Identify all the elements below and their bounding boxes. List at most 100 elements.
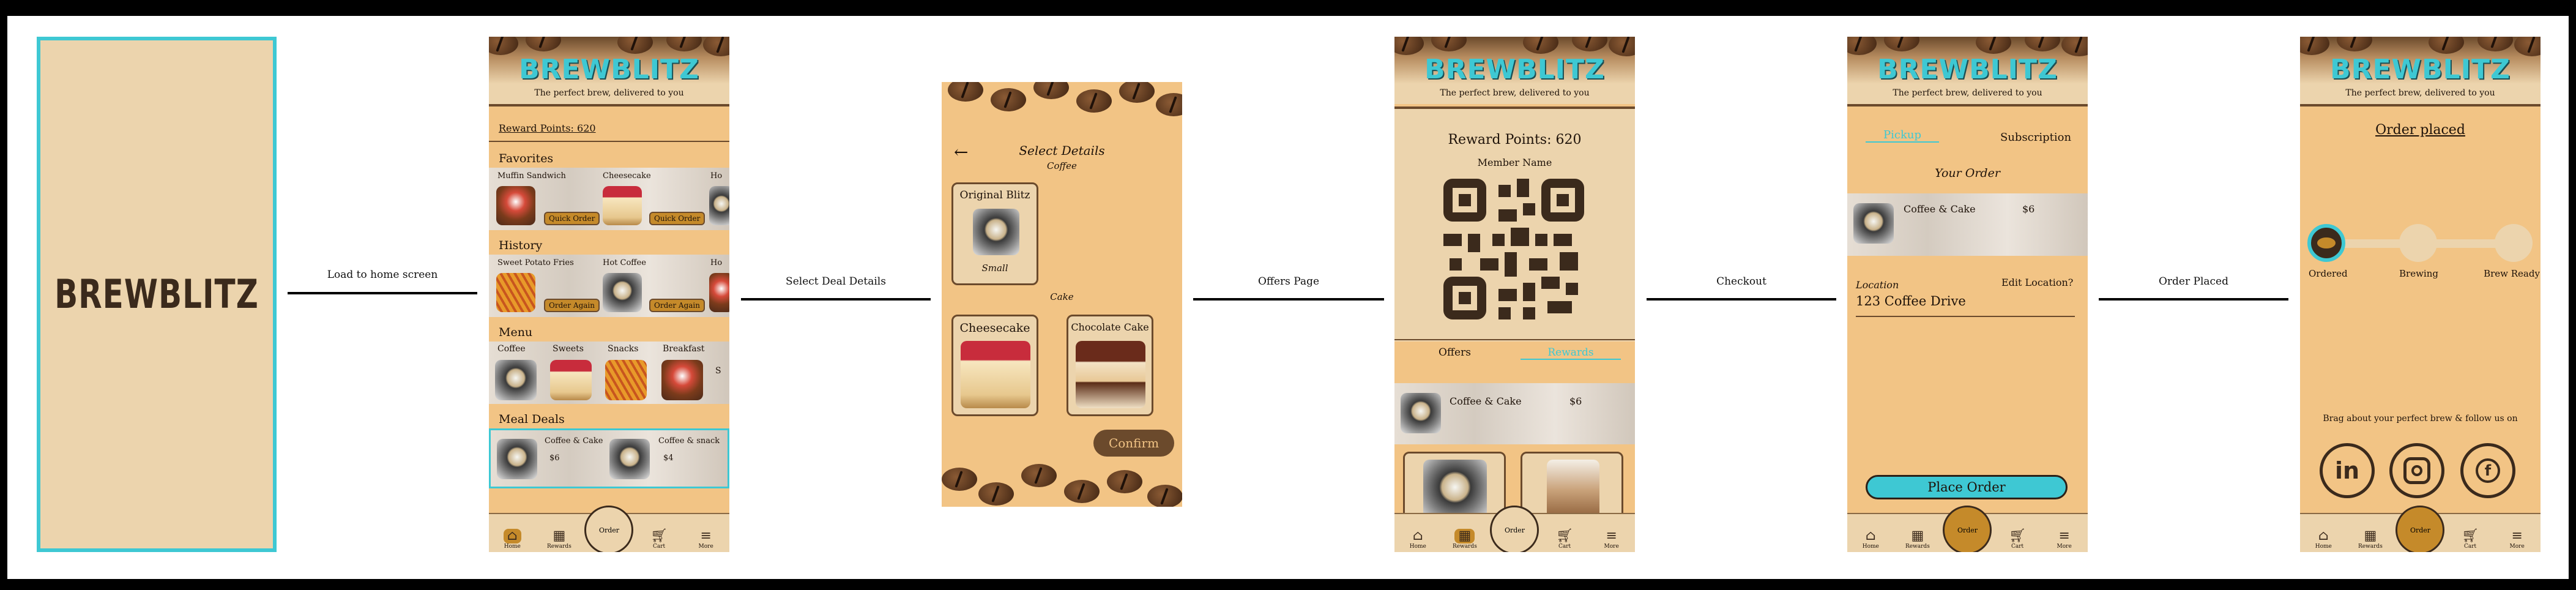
chocolate-cake-option-image	[1076, 341, 1145, 408]
nav-cart[interactable]: 🛒︎ Cart	[1996, 517, 2039, 552]
history-strip: Sweet Potato Fries Order Again Hot Coffe…	[489, 255, 729, 317]
nav-home[interactable]: ⌂ Home	[1849, 517, 1892, 552]
place-order-button[interactable]: Place Order	[1866, 475, 2068, 499]
meal-deals-title: Meal Deals	[499, 413, 565, 426]
home-icon: ⌂	[1865, 528, 1876, 543]
offer-item-price: $6	[1569, 395, 1582, 407]
menu-category-sweets[interactable]: Sweets	[553, 344, 584, 354]
favorites-title: Favorites	[499, 152, 554, 165]
deal-name: Coffee & Cake	[545, 436, 603, 446]
linkedin-icon[interactable]: in	[2320, 443, 2375, 498]
quick-order-button[interactable]: Quick Order	[544, 212, 600, 225]
food-image	[709, 273, 729, 312]
nav-more[interactable]: ≡ More	[2496, 517, 2539, 552]
app-header: BREWBLITZ The perfect brew, delivered to…	[489, 37, 729, 104]
nav-rewards[interactable]: ▦ Rewards	[1896, 517, 1939, 552]
cart-icon: 🛒︎	[650, 528, 668, 543]
offers-screen: BREWBLITZ The perfect brew, delivered to…	[1394, 37, 1635, 552]
nav-home[interactable]: ⌂ Home	[1396, 517, 1439, 552]
nav-cart[interactable]: 🛒︎ Cart	[638, 517, 680, 552]
tab-rewards[interactable]: Rewards	[1521, 346, 1621, 360]
location-label: Location	[1856, 279, 1899, 291]
arrow-label-2: Select Deal Details	[786, 275, 886, 288]
cake-label: Cake	[1050, 291, 1074, 302]
menu-icon: ≡	[2511, 528, 2523, 543]
favorites-strip: Muffin Sandwich Quick Order Cheesecake Q…	[489, 168, 729, 230]
arrow-label-5: Order Placed	[2158, 275, 2228, 288]
nav-order-button[interactable]: Order	[2395, 506, 2445, 552]
flow-canvas: BREWBLITZ Load to home screen Select Dea…	[7, 16, 2569, 579]
coffee-size: Small	[981, 263, 1008, 274]
quick-order-button[interactable]: Quick Order	[649, 212, 705, 225]
menu-category-coffee[interactable]: Coffee	[497, 344, 526, 354]
nav-home[interactable]: ⌂ Home	[2302, 517, 2345, 552]
offer-item[interactable]: Coffee & Cake $6	[1394, 383, 1635, 444]
instagram-icon[interactable]	[2389, 443, 2444, 498]
confirm-button[interactable]: Confirm	[1093, 430, 1174, 457]
step-ordered-marker	[2307, 224, 2345, 262]
nav-rewards[interactable]: ▦ Rewards	[1443, 517, 1486, 552]
bottom-nav: ⌂ Home ▦ Rewards Order 🛒︎ Cart ≡ More	[1847, 506, 2088, 552]
step-brewing-label: Brewing	[2399, 268, 2438, 279]
reward-points-link[interactable]: Reward Points: 620	[499, 122, 596, 134]
nav-order-button[interactable]: Order	[1943, 506, 1992, 552]
step-ready-marker	[2495, 224, 2533, 262]
bottom-nav: ⌂ Home ▦ Rewards Order 🛒︎ Cart ≡ More	[489, 506, 729, 552]
nav-order-button[interactable]: Order	[584, 506, 634, 552]
your-order-title: Your Order	[1935, 166, 2000, 180]
edit-location-link[interactable]: Edit Location?	[2001, 277, 2073, 288]
iced-coffee-image	[1547, 460, 1599, 521]
sweets-category-image[interactable]	[550, 360, 592, 400]
menu-strip: Coffee Sweets Snacks Breakfast S	[489, 342, 729, 404]
qr-icon: ▦	[2364, 528, 2377, 543]
splash-screen: BREWBLITZ	[37, 37, 277, 552]
snacks-category-image[interactable]	[605, 360, 647, 400]
coffee-option-name: Original Blitz	[959, 189, 1030, 201]
nav-cart[interactable]: 🛒︎ Cart	[1543, 517, 1586, 552]
order-placed-title: Order placed	[2375, 122, 2465, 138]
menu-icon: ≡	[2058, 528, 2070, 543]
nav-more[interactable]: ≡ More	[2043, 517, 2086, 552]
nav-more[interactable]: ≡ More	[685, 517, 728, 552]
flow-arrow-2	[741, 298, 931, 301]
coffee-option-card[interactable]: Original Blitz Small	[951, 182, 1038, 285]
cart-icon: 🛒︎	[1556, 528, 1574, 543]
nav-home[interactable]: ⌂ Home	[491, 517, 534, 552]
tab-subscription[interactable]: Subscription	[2000, 131, 2071, 144]
history-title: History	[499, 239, 543, 252]
coffee-option-image	[973, 209, 1019, 255]
reward-points: Reward Points: 620	[1448, 132, 1582, 148]
menu-category-snacks[interactable]: Snacks	[608, 344, 638, 354]
nav-more[interactable]: ≡ More	[1590, 517, 1633, 552]
flow-arrow-4	[1647, 298, 1836, 301]
history-item-name: Ho	[710, 258, 723, 267]
social-prompt: Brag about your perfect brew & follow us…	[2323, 414, 2518, 424]
qr-icon: ▦	[553, 528, 566, 543]
flow-arrow-5	[2099, 298, 2288, 301]
menu-category-more[interactable]: S	[715, 366, 721, 376]
nav-cart[interactable]: 🛒︎ Cart	[2449, 517, 2492, 552]
tab-pickup[interactable]: Pickup	[1866, 129, 1939, 143]
order-again-button[interactable]: Order Again	[544, 299, 600, 312]
menu-category-breakfast[interactable]: Breakfast	[663, 344, 704, 354]
cheesecake-option-card[interactable]: Cheesecake	[951, 315, 1038, 416]
checkout-screen: BREWBLITZ The perfect brew, delivered to…	[1847, 37, 2088, 552]
select-details-screen: ← Select Details Coffee Original Blitz S…	[942, 82, 1182, 507]
nav-rewards[interactable]: ▦ Rewards	[2349, 517, 2392, 552]
breakfast-category-image[interactable]	[661, 360, 703, 400]
order-again-button[interactable]: Order Again	[649, 299, 705, 312]
tab-offers[interactable]: Offers	[1439, 346, 1471, 359]
cheesecake-image	[603, 186, 642, 225]
favorite-item-name: Ho	[710, 171, 723, 181]
nav-order-button[interactable]: Order	[1490, 506, 1539, 552]
bottom-nav: ⌂ Home ▦ Rewards Order 🛒︎ Cart ≡ More	[2300, 506, 2541, 552]
nav-rewards[interactable]: ▦ Rewards	[538, 517, 581, 552]
facebook-icon[interactable]: f	[2460, 443, 2515, 498]
brand-logo: BREWBLITZ	[519, 54, 699, 85]
menu-icon: ≡	[1606, 528, 1617, 543]
chocolate-cake-option-card[interactable]: Chocolate Cake	[1067, 315, 1153, 416]
coffee-category-image[interactable]	[495, 360, 537, 400]
home-icon: ⌂	[1412, 528, 1423, 543]
meal-deals-strip[interactable]: Coffee & Cake $6 Coffee & snack $4	[489, 428, 729, 488]
app-header: BREWBLITZ The perfect brew, delivered to…	[1394, 37, 1635, 104]
